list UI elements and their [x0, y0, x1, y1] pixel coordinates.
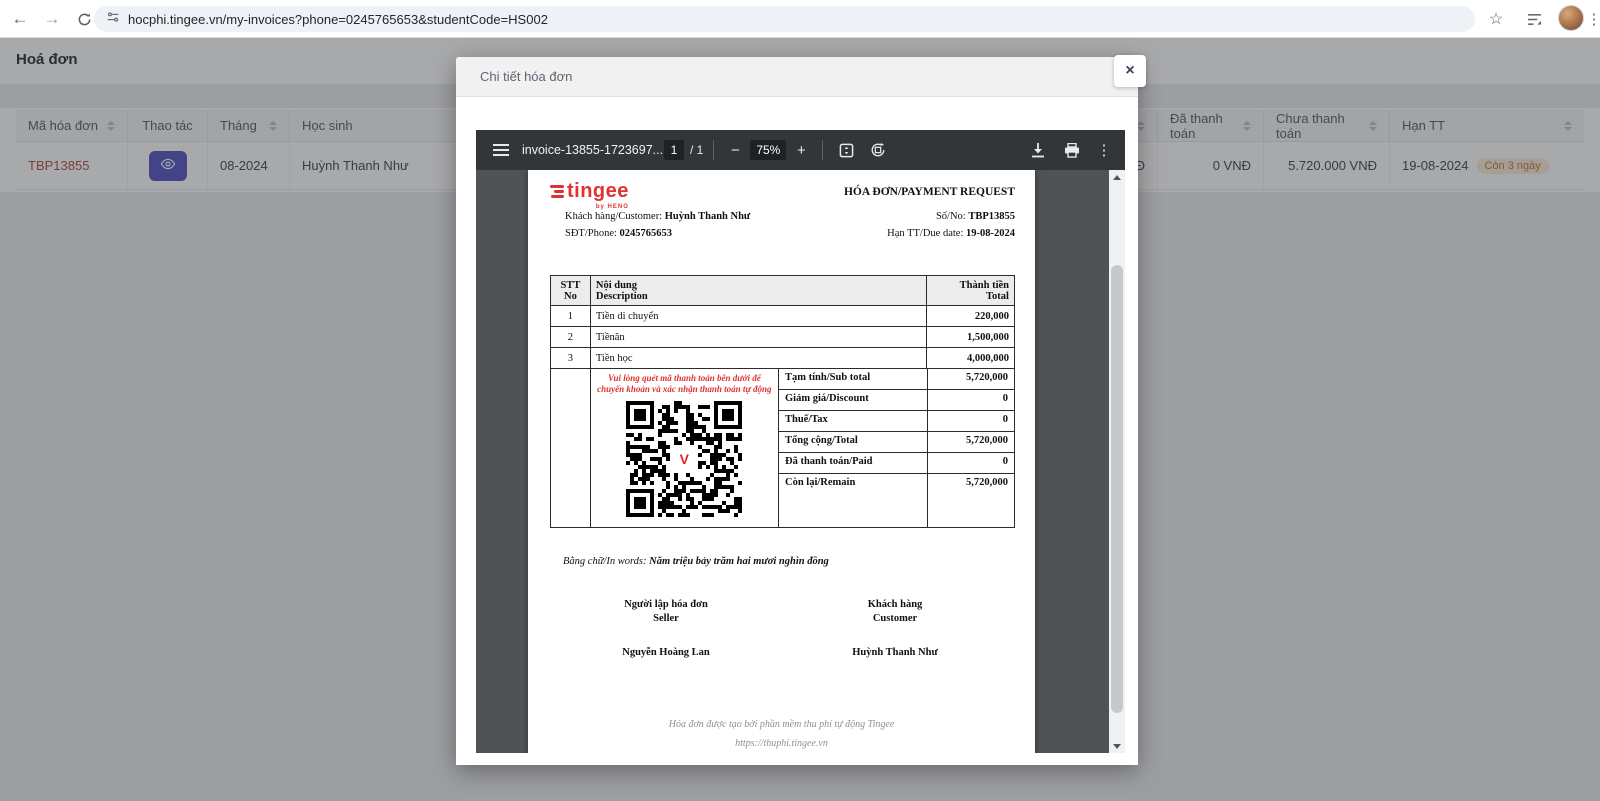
totals-row: Tạm tính/Sub total5,720,000: [779, 369, 1014, 390]
tingee-logo: tingee by HENO: [550, 180, 629, 210]
pdf-page-input[interactable]: 1: [664, 140, 684, 160]
modal-header: Chi tiết hóa đơn: [456, 57, 1138, 97]
pdf-menu-icon[interactable]: [488, 137, 514, 163]
pdf-viewer: invoice-13855-1723697... 1 / 1 − 75% +: [476, 130, 1125, 753]
pdf-toolbar: invoice-13855-1723697... 1 / 1 − 75% +: [476, 130, 1125, 170]
payment-qr-code: V: [626, 401, 742, 517]
totals-row: Giảm giá/Discount0: [779, 390, 1014, 411]
totals-row: Còn lại/Remain5,720,000: [779, 474, 1014, 527]
reload-icon[interactable]: [72, 7, 96, 31]
invoice-footer: Hóa đơn được tạo bởi phần mềm thu phí tự…: [528, 715, 1035, 753]
close-icon: ×: [1125, 62, 1134, 80]
zoom-in-icon[interactable]: +: [790, 142, 812, 159]
items-header-row: STTNo Nội dungDescription Thành tiềnTota…: [551, 276, 1014, 306]
pdf-scrollbar[interactable]: [1109, 170, 1125, 753]
forward-icon[interactable]: →: [40, 7, 64, 31]
pdf-content-area: tingee by HENO HÓA ĐƠN/PAYMENT REQUEST K…: [476, 170, 1125, 753]
pdf-zoom-level[interactable]: 75%: [750, 140, 786, 160]
url-bar[interactable]: hocphi.tingee.vn/my-invoices?phone=02457…: [94, 6, 1475, 32]
url-text: hocphi.tingee.vn/my-invoices?phone=02457…: [128, 12, 548, 27]
modal-close-button[interactable]: ×: [1114, 55, 1146, 87]
scroll-up-icon[interactable]: [1109, 170, 1125, 184]
fit-page-icon[interactable]: [833, 137, 859, 163]
qr-cell: Vui lòng quét mã thanh toán bên dưới đểc…: [591, 369, 779, 527]
modal-body: invoice-13855-1723697... 1 / 1 − 75% +: [456, 97, 1138, 765]
item-row: 2 Tiềnăn 1,500,000: [551, 327, 1014, 348]
totals-section: Vui lòng quét mã thanh toán bên dưới đểc…: [551, 369, 1014, 527]
seller-name: Nguyễn Hoàng Lan: [586, 647, 746, 658]
invoice-document: tingee by HENO HÓA ĐƠN/PAYMENT REQUEST K…: [528, 170, 1035, 753]
invoice-number-line: Số/No: TBP13855: [936, 211, 1015, 222]
brand-name: tingee: [567, 180, 629, 203]
seller-signature-title: Người lập hóa đơnSeller: [586, 598, 746, 626]
browser-toolbar: ← → hocphi.tingee.vn/my-invoices?phone=0…: [0, 0, 1600, 38]
divider: [822, 140, 823, 160]
print-icon[interactable]: [1059, 137, 1085, 163]
bookmark-star-icon[interactable]: ☆: [1484, 7, 1508, 31]
scroll-down-icon[interactable]: [1109, 739, 1125, 753]
pdf-more-icon[interactable]: ⋮: [1091, 137, 1117, 163]
browser-menu-icon[interactable]: ⋮: [1582, 7, 1600, 31]
vietqr-logo: V: [678, 451, 691, 467]
amount-in-words: Bằng chữ/In words: Năm triệu bảy trăm ha…: [563, 556, 829, 567]
rotate-icon[interactable]: [865, 137, 891, 163]
brand-subtitle: by HENO: [550, 204, 629, 210]
due-date-line: Hạn TT/Due date: 19-08-2024: [887, 228, 1015, 239]
item-row: 3 Tiền học 4,000,000: [551, 348, 1014, 369]
item-row: 1 Tiền di chuyển 220,000: [551, 306, 1014, 327]
customer-line: Khách hàng/Customer: Huỳnh Thanh Như: [565, 211, 750, 222]
profile-avatar[interactable]: [1558, 5, 1584, 31]
totals-row: Tổng cộng/Total5,720,000: [779, 432, 1014, 453]
customer-signature-title: Khách hàngCustomer: [815, 598, 975, 626]
invoice-detail-modal: Chi tiết hóa đơn × invoice-13855-1723697…: [456, 57, 1138, 765]
divider: [713, 140, 714, 160]
zoom-out-icon[interactable]: −: [724, 142, 746, 159]
totals-row: Đã thanh toán/Paid0: [779, 453, 1014, 474]
logo-speed-lines-icon: [550, 185, 564, 198]
download-icon[interactable]: [1025, 137, 1051, 163]
customer-name: Huỳnh Thanh Như: [815, 647, 975, 658]
site-info-icon[interactable]: [106, 10, 120, 29]
invoice-items-table: STTNo Nội dungDescription Thành tiềnTota…: [550, 275, 1015, 528]
pdf-page-total: / 1: [690, 143, 703, 157]
back-icon[interactable]: ←: [8, 7, 32, 31]
totals-row: Thuế/Tax0: [779, 411, 1014, 432]
phone-line: SĐT/Phone: 0245765653: [565, 228, 672, 239]
reading-list-icon[interactable]: [1522, 7, 1546, 31]
scrollbar-thumb[interactable]: [1111, 265, 1123, 713]
invoice-title: HÓA ĐƠN/PAYMENT REQUEST: [844, 186, 1015, 198]
modal-title: Chi tiết hóa đơn: [480, 69, 572, 84]
pdf-filename: invoice-13855-1723697...: [522, 143, 664, 157]
